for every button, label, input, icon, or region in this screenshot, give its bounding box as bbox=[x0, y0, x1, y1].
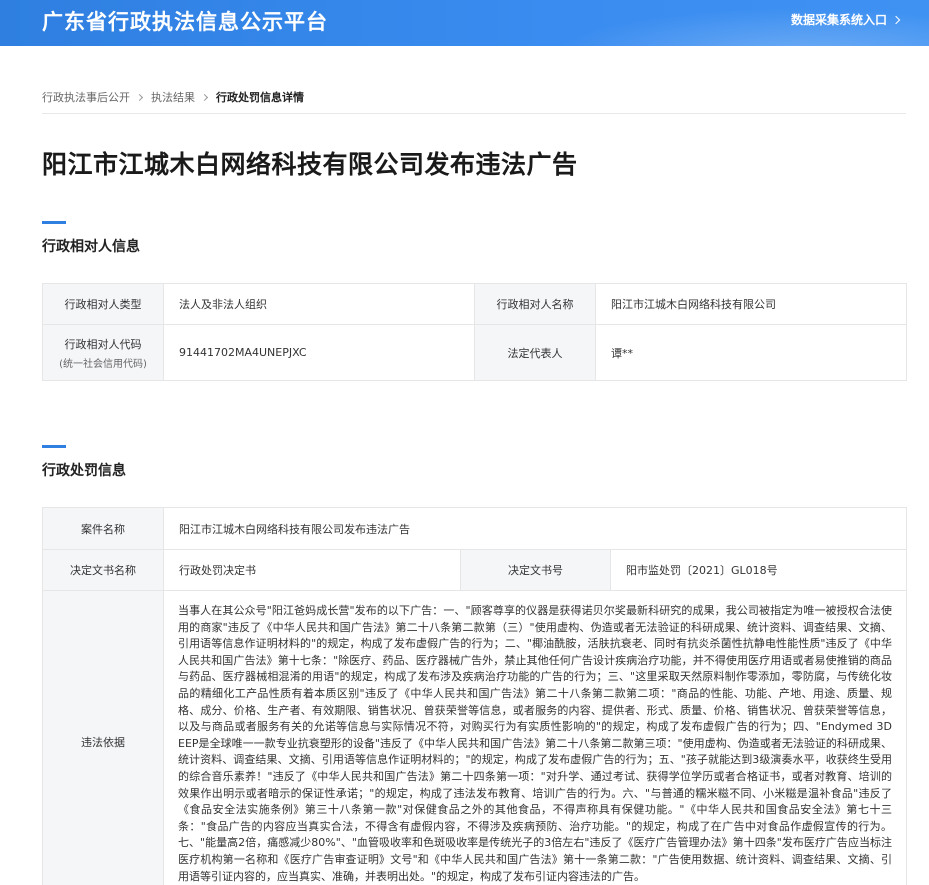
party-name-value: 阳江市江城木白网络科技有限公司 bbox=[595, 283, 907, 325]
chevron-right-icon bbox=[135, 93, 144, 101]
breadcrumb: 行政执法事后公开 执法结果 行政处罚信息详情 bbox=[42, 89, 304, 105]
penalty-info-table: 案件名称 阳江市江城木白网络科技有限公司发布违法广告 决定文书名称 行政处罚决定… bbox=[42, 507, 908, 885]
section-accent-bar bbox=[42, 221, 66, 224]
party-type-value: 法人及非法人组织 bbox=[163, 283, 475, 325]
site-title[interactable]: 广东省行政执法信息公示平台 bbox=[42, 6, 328, 36]
legal-rep-label: 法定代表人 bbox=[474, 324, 596, 381]
party-type-label: 行政相对人类型 bbox=[42, 283, 164, 325]
violation-basis-label: 违法依据 bbox=[42, 589, 164, 885]
party-code-label: 行政相对人代码 bbox=[64, 337, 142, 351]
top-header-bar: 广东省行政执法信息公示平台 数据采集系统入口 bbox=[0, 0, 929, 46]
party-code-value: 91441702MA4UNEPJXC bbox=[163, 324, 475, 381]
data-collection-portal-link[interactable]: 数据采集系统入口 bbox=[791, 11, 901, 28]
table-row: 违法依据 当事人在其公众号"阳江爸妈成长营"发布的以下广告：一、"顾客尊享的仪器… bbox=[42, 589, 908, 885]
decision-doc-number-label: 决定文书号 bbox=[460, 549, 611, 591]
section-title-penalty: 行政处罚信息 bbox=[42, 463, 126, 479]
case-name-value: 阳江市江城木白网络科技有限公司发布违法广告 bbox=[162, 507, 908, 550]
section-accent-bar bbox=[42, 445, 66, 448]
chevron-right-icon bbox=[891, 15, 901, 24]
party-code-sublabel: (统一社会信用代码) bbox=[59, 358, 147, 370]
breadcrumb-item-results[interactable]: 执法结果 bbox=[151, 89, 195, 105]
breadcrumb-item-current: 行政处罚信息详情 bbox=[216, 91, 304, 104]
breadcrumb-divider bbox=[42, 113, 906, 114]
party-name-label: 行政相对人名称 bbox=[474, 283, 596, 325]
chevron-right-icon bbox=[200, 93, 209, 101]
section-title-party: 行政相对人信息 bbox=[42, 239, 140, 255]
violation-basis-text: 当事人在其公众号"阳江爸妈成长营"发布的以下广告：一、"顾客尊享的仪器是获得诺贝… bbox=[162, 589, 908, 885]
decision-doc-name-value: 行政处罚决定书 bbox=[163, 549, 461, 591]
legal-rep-value: 谭** bbox=[595, 324, 907, 381]
decision-doc-number-value: 阳市监处罚〔2021〕GL018号 bbox=[609, 549, 908, 591]
party-code-label-cell: 行政相对人代码 (统一社会信用代码) bbox=[42, 324, 164, 381]
table-row: 案件名称 阳江市江城木白网络科技有限公司发布违法广告 bbox=[42, 507, 908, 550]
portal-link-label[interactable]: 数据采集系统入口 bbox=[791, 11, 887, 28]
decision-doc-name-label: 决定文书名称 bbox=[42, 549, 164, 591]
party-info-table: 行政相对人类型 法人及非法人组织 行政相对人名称 阳江市江城木白网络科技有限公司… bbox=[42, 283, 907, 381]
page-title: 阳江市江城木白网络科技有限公司发布违法广告 bbox=[42, 150, 578, 179]
table-row: 行政相对人类型 法人及非法人组织 行政相对人名称 阳江市江城木白网络科技有限公司 bbox=[42, 283, 907, 325]
case-name-label: 案件名称 bbox=[42, 507, 164, 550]
table-row: 决定文书名称 行政处罚决定书 决定文书号 阳市监处罚〔2021〕GL018号 bbox=[42, 549, 908, 591]
table-row: 行政相对人代码 (统一社会信用代码) 91441702MA4UNEPJXC 法定… bbox=[42, 324, 907, 381]
breadcrumb-item-post-disclosure[interactable]: 行政执法事后公开 bbox=[42, 89, 130, 105]
